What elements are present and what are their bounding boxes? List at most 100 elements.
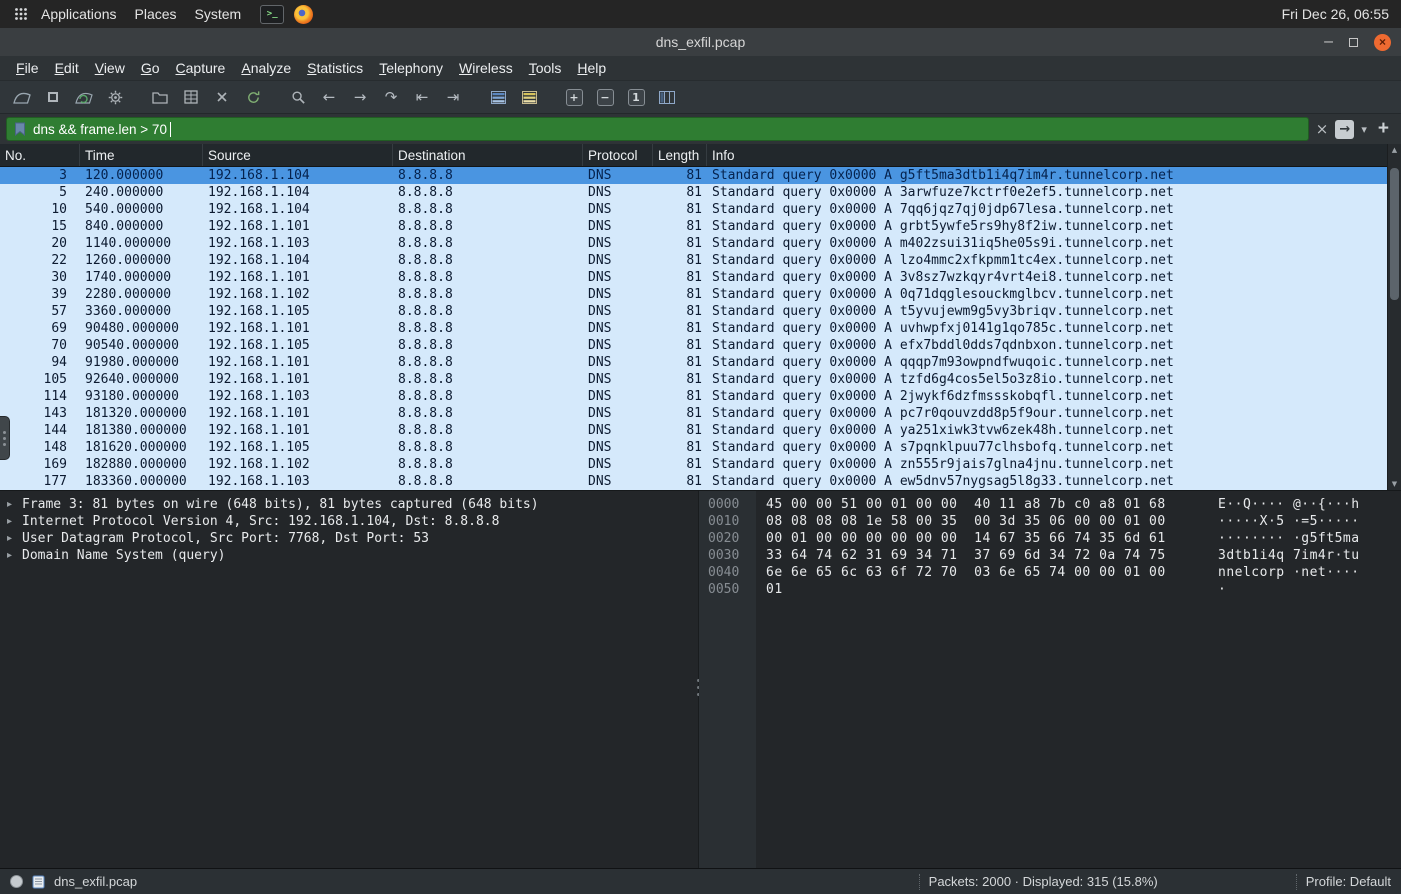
filter-add-button[interactable]: + (1378, 118, 1389, 140)
column-header[interactable]: Length (653, 144, 707, 166)
column-header[interactable]: Destination (393, 144, 583, 166)
detail-line[interactable]: ▸ User Datagram Protocol, Src Port: 7768… (4, 530, 698, 547)
scrollbar-thumb[interactable] (1390, 168, 1399, 300)
cell-time: 92640.000000 (85, 372, 179, 387)
firefox-icon[interactable] (294, 4, 314, 24)
capture-restart-icon (75, 90, 93, 104)
capture-file-icon[interactable] (32, 875, 45, 889)
packet-row[interactable]: 144 181380.000000 192.168.1.101 8.8.8.8 … (0, 422, 1401, 439)
packet-row[interactable]: 148 181620.000000 192.168.1.105 8.8.8.8 … (0, 439, 1401, 456)
profile-label[interactable]: Profile: Default (1306, 874, 1391, 889)
hex-row[interactable]: 0030 33 64 74 62 31 69 34 71 37 69 6d 34… (699, 547, 1401, 564)
terminal-icon[interactable]: >_ (260, 4, 285, 24)
desktop-menu-item[interactable]: Applications (32, 2, 126, 26)
autoscroll-button[interactable] (515, 84, 543, 110)
packet-row[interactable]: 39 2280.000000 192.168.1.102 8.8.8.8 DNS… (0, 286, 1401, 303)
capture-stop-button[interactable] (39, 84, 67, 110)
filter-dropdown-icon[interactable]: ▾ (1361, 123, 1367, 136)
pane-grip-handle[interactable] (0, 416, 10, 460)
column-header[interactable]: No. (0, 144, 80, 166)
menu-item[interactable]: Capture (168, 58, 234, 78)
go-to-packet-button[interactable]: ↷ (377, 84, 405, 110)
packet-row[interactable]: 169 182880.000000 192.168.1.102 8.8.8.8 … (0, 456, 1401, 473)
zoom-reset-button[interactable]: 1 (622, 84, 650, 110)
menu-item[interactable]: Help (569, 58, 614, 78)
packet-row[interactable]: 57 3360.000000 192.168.1.105 8.8.8.8 DNS… (0, 303, 1401, 320)
hex-row[interactable]: 0050 01 · (699, 581, 1401, 598)
menu-item[interactable]: Telephony (371, 58, 451, 78)
packet-row[interactable]: 143 181320.000000 192.168.1.101 8.8.8.8 … (0, 405, 1401, 422)
packet-row[interactable]: 105 92640.000000 192.168.1.101 8.8.8.8 D… (0, 371, 1401, 388)
detail-line[interactable]: ▸ Internet Protocol Version 4, Src: 192.… (4, 513, 698, 530)
go-first-button[interactable]: ⇤ (408, 84, 436, 110)
go-back-button[interactable]: ← (315, 84, 343, 110)
detail-line[interactable]: ▸ Frame 3: 81 bytes on wire (648 bits), … (4, 496, 698, 513)
capture-restart-button[interactable] (70, 84, 98, 110)
scroll-down-icon[interactable]: ▼ (1392, 478, 1397, 490)
resize-columns-button[interactable] (653, 84, 681, 110)
desktop-menu-item[interactable]: System (186, 2, 251, 26)
clock[interactable]: Fri Dec 26, 06:55 (1282, 6, 1393, 22)
scroll-up-icon[interactable]: ▲ (1392, 144, 1397, 156)
packet-row[interactable]: 69 90480.000000 192.168.1.101 8.8.8.8 DN… (0, 320, 1401, 337)
hex-row[interactable]: 0010 08 08 08 08 1e 58 00 35 00 3d 35 06… (699, 513, 1401, 530)
go-last-button[interactable]: ⇥ (439, 84, 467, 110)
display-filter-input[interactable]: dns && frame.len > 70 (6, 117, 1309, 141)
packet-row[interactable]: 30 1740.000000 192.168.1.101 8.8.8.8 DNS… (0, 269, 1401, 286)
packet-row[interactable]: 15 840.000000 192.168.1.101 8.8.8.8 DNS … (0, 218, 1401, 235)
zoom-in-button[interactable]: + (560, 84, 588, 110)
packet-row[interactable]: 10 540.000000 192.168.1.104 8.8.8.8 DNS … (0, 201, 1401, 218)
menu-item[interactable]: View (87, 58, 133, 78)
packet-row[interactable]: 114 93180.000000 192.168.1.103 8.8.8.8 D… (0, 388, 1401, 405)
cell-no: 10 (51, 202, 67, 217)
desktop-menu-item[interactable]: Places (126, 2, 186, 26)
find-packet-button[interactable] (284, 84, 312, 110)
packet-row[interactable]: 3 120.000000 192.168.1.104 8.8.8.8 DNS 8… (0, 167, 1401, 184)
detail-line[interactable]: ▸ Domain Name System (query) (4, 547, 698, 564)
colorize-button[interactable] (484, 84, 512, 110)
expander-icon[interactable]: ▸ (7, 499, 15, 510)
column-header[interactable]: Time (80, 144, 203, 166)
close-icon[interactable]: × (1374, 33, 1391, 51)
applications-grid-icon[interactable] (8, 7, 32, 21)
packet-row[interactable]: 70 90540.000000 192.168.1.105 8.8.8.8 DN… (0, 337, 1401, 354)
menu-item[interactable]: Tools (521, 58, 570, 78)
packet-row[interactable]: 177 183360.000000 192.168.1.103 8.8.8.8 … (0, 473, 1401, 490)
column-header[interactable]: Protocol (583, 144, 653, 166)
column-header[interactable]: Info (707, 144, 1401, 166)
capture-options-button[interactable] (101, 84, 129, 110)
menu-item[interactable]: Statistics (299, 58, 371, 78)
minimize-icon[interactable]: – (1324, 34, 1333, 50)
menu-item[interactable]: Go (133, 58, 168, 78)
packet-row[interactable]: 22 1260.000000 192.168.1.104 8.8.8.8 DNS… (0, 252, 1401, 269)
capture-start-button[interactable] (8, 84, 36, 110)
packet-row[interactable]: 20 1140.000000 192.168.1.103 8.8.8.8 DNS… (0, 235, 1401, 252)
maximize-icon[interactable] (1349, 37, 1358, 47)
menu-item[interactable]: Analyze (233, 58, 299, 78)
menu-item[interactable]: Edit (47, 58, 87, 78)
zoom-out-button[interactable]: − (591, 84, 619, 110)
hex-offset: 0030 (708, 548, 740, 563)
filter-apply-icon[interactable]: → (1335, 119, 1355, 139)
packet-row[interactable]: 94 91980.000000 192.168.1.101 8.8.8.8 DN… (0, 354, 1401, 371)
save-file-button[interactable] (177, 84, 205, 110)
reload-file-button[interactable] (239, 84, 267, 110)
close-file-button[interactable] (208, 84, 236, 110)
menu-item[interactable]: Wireless (451, 58, 521, 78)
open-folder-icon (152, 90, 168, 104)
hex-row[interactable]: 0040 6e 6e 65 6c 63 6f 72 70 03 6e 65 74… (699, 564, 1401, 581)
hex-row[interactable]: 0000 45 00 00 51 00 01 00 00 40 11 a8 7b… (699, 496, 1401, 513)
expander-icon[interactable]: ▸ (7, 516, 15, 527)
expert-info-icon[interactable] (10, 875, 23, 888)
expander-icon[interactable]: ▸ (7, 550, 15, 561)
open-file-button[interactable] (146, 84, 174, 110)
expander-icon[interactable]: ▸ (7, 533, 15, 544)
packet-row[interactable]: 5 240.000000 192.168.1.104 8.8.8.8 DNS 8… (0, 184, 1401, 201)
filter-bookmark-icon[interactable] (14, 122, 26, 136)
packet-list-scrollbar[interactable]: ▲ ▼ (1387, 144, 1401, 490)
filter-clear-icon[interactable]: × (1316, 120, 1329, 138)
column-header[interactable]: Source (203, 144, 393, 166)
hex-row[interactable]: 0020 00 01 00 00 00 00 00 00 14 67 35 66… (699, 530, 1401, 547)
go-forward-button[interactable]: → (346, 84, 374, 110)
menu-item[interactable]: File (8, 58, 47, 78)
